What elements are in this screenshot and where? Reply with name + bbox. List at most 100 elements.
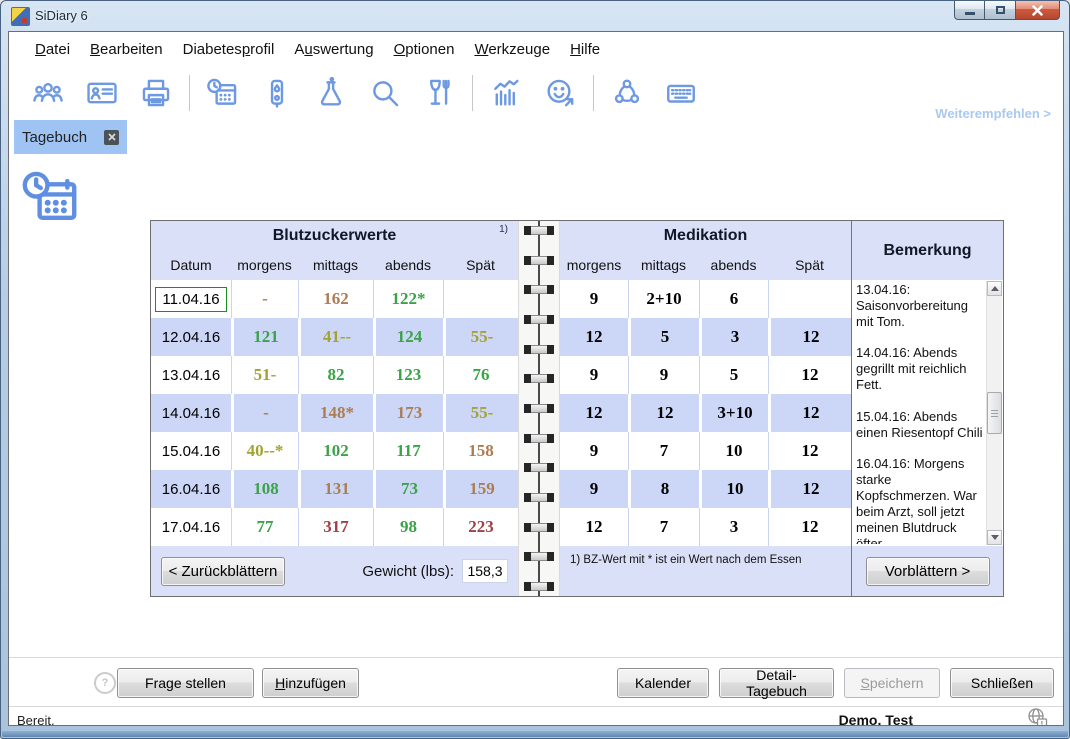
med-cell[interactable]: 5 xyxy=(699,356,768,394)
med-cell[interactable]: 10 xyxy=(699,470,768,508)
bz-cell[interactable]: 41-- xyxy=(298,318,373,356)
previous-page-button[interactable]: < Zurückblättern xyxy=(161,557,285,586)
share-button[interactable] xyxy=(600,72,654,114)
bz-cell[interactable]: 98 xyxy=(373,508,443,546)
remarks-panel[interactable]: 13.04.16: Saisonvorbereitung mit Tom. 14… xyxy=(851,280,1003,546)
med-cell[interactable]: 12 xyxy=(560,318,628,356)
med-cell[interactable]: 10 xyxy=(699,432,768,470)
med-cell[interactable]: 5 xyxy=(628,318,699,356)
bz-cell[interactable]: - xyxy=(231,280,298,318)
date-cell[interactable]: 17.04.16 xyxy=(151,508,231,546)
med-cell[interactable]: 9 xyxy=(628,356,699,394)
date-cell[interactable]: 14.04.16 xyxy=(151,394,231,432)
close-button[interactable] xyxy=(1015,1,1060,20)
med-cell[interactable]: 12 xyxy=(768,470,851,508)
med-cell[interactable]: 6 xyxy=(699,280,768,318)
med-cell[interactable]: 12 xyxy=(628,394,699,432)
menu-auswertung[interactable]: Auswertung xyxy=(284,37,383,62)
statistics-button[interactable] xyxy=(479,72,533,114)
bz-cell[interactable]: 173 xyxy=(373,394,443,432)
ask-question-button[interactable]: Frage stellen xyxy=(117,668,254,698)
bz-cell[interactable]: 76 xyxy=(443,356,518,394)
menu-optionen[interactable]: Optionen xyxy=(384,37,465,62)
bz-cell[interactable]: 122* xyxy=(373,280,443,318)
med-cell[interactable]: 9 xyxy=(560,280,628,318)
med-cell[interactable]: 12 xyxy=(768,394,851,432)
bz-cell[interactable]: 55- xyxy=(443,394,518,432)
print-button[interactable] xyxy=(129,72,183,114)
bz-cell[interactable]: 158 xyxy=(443,432,518,470)
med-cell[interactable]: 9 xyxy=(560,432,628,470)
med-cell[interactable]: 12 xyxy=(560,508,628,546)
bz-cell[interactable]: 123 xyxy=(373,356,443,394)
bz-cell[interactable]: 162 xyxy=(298,280,373,318)
weight-input[interactable]: 158,3 xyxy=(462,559,508,583)
bz-cell[interactable]: 148* xyxy=(298,394,373,432)
med-cell[interactable] xyxy=(768,280,851,318)
med-cell[interactable]: 7 xyxy=(628,508,699,546)
bz-cell[interactable]: 73 xyxy=(373,470,443,508)
date-cell[interactable]: 16.04.16 xyxy=(151,470,231,508)
date-cell[interactable]: 13.04.16 xyxy=(151,356,231,394)
date-cell[interactable]: 11.04.16 xyxy=(151,280,231,318)
med-cell[interactable]: 7 xyxy=(628,432,699,470)
med-cell[interactable]: 3+10 xyxy=(699,394,768,432)
bz-cell[interactable]: 117 xyxy=(373,432,443,470)
bz-cell[interactable]: 51- xyxy=(231,356,298,394)
menu-bearbeiten[interactable]: Bearbeiten xyxy=(80,37,173,62)
tab-close-button[interactable] xyxy=(104,130,119,145)
bz-cell[interactable]: 121 xyxy=(231,318,298,356)
med-cell[interactable]: 3 xyxy=(699,318,768,356)
search-button[interactable] xyxy=(358,72,412,114)
med-cell[interactable]: 12 xyxy=(768,432,851,470)
keyboard-button[interactable] xyxy=(654,72,708,114)
add-button[interactable]: Hinzufügen xyxy=(262,668,359,698)
menu-diabetesprofil[interactable]: Diabetesprofil xyxy=(173,37,285,62)
glucose-meter-button[interactable] xyxy=(250,72,304,114)
bz-cell[interactable]: 159 xyxy=(443,470,518,508)
scroll-up-button[interactable] xyxy=(987,281,1002,296)
med-cell[interactable]: 12 xyxy=(768,508,851,546)
diary-button[interactable] xyxy=(196,72,250,114)
maximize-button[interactable] xyxy=(985,1,1015,20)
med-cell[interactable]: 8 xyxy=(628,470,699,508)
bz-cell[interactable]: 108 xyxy=(231,470,298,508)
bz-cell[interactable]: 55- xyxy=(443,318,518,356)
scroll-down-button[interactable] xyxy=(987,530,1002,545)
med-cell[interactable]: 2+10 xyxy=(628,280,699,318)
detail-diary-button[interactable]: Detail-Tagebuch xyxy=(719,668,834,698)
med-cell[interactable]: 9 xyxy=(560,470,628,508)
bz-cell[interactable] xyxy=(443,280,518,318)
next-page-button[interactable]: Vorblättern > xyxy=(866,557,990,586)
bz-cell[interactable]: 223 xyxy=(443,508,518,546)
med-cell[interactable]: 12 xyxy=(560,394,628,432)
menu-datei[interactable]: Datei xyxy=(25,37,80,62)
bz-cell[interactable]: 102 xyxy=(298,432,373,470)
bz-cell[interactable]: 131 xyxy=(298,470,373,508)
users-button[interactable] xyxy=(21,72,75,114)
food-drink-button[interactable] xyxy=(412,72,466,114)
calendar-button[interactable]: Kalender xyxy=(617,668,709,698)
bz-cell[interactable]: 77 xyxy=(231,508,298,546)
tab-tagebuch[interactable]: Tagebuch xyxy=(14,120,127,154)
med-cell[interactable]: 9 xyxy=(560,356,628,394)
med-cell[interactable]: 3 xyxy=(699,508,768,546)
bz-cell[interactable]: 124 xyxy=(373,318,443,356)
close-dialog-button[interactable]: Schließen xyxy=(950,668,1054,698)
bz-cell[interactable]: 82 xyxy=(298,356,373,394)
wellbeing-button[interactable] xyxy=(533,72,587,114)
remarks-scrollbar[interactable] xyxy=(986,281,1002,545)
date-cell[interactable]: 12.04.16 xyxy=(151,318,231,356)
med-cell[interactable]: 12 xyxy=(768,356,851,394)
lab-flask-button[interactable] xyxy=(304,72,358,114)
scrollbar-thumb[interactable] xyxy=(987,392,1002,434)
menu-hilfe[interactable]: Hilfe xyxy=(560,37,610,62)
minimize-button[interactable] xyxy=(954,1,985,20)
med-cell[interactable]: 12 xyxy=(768,318,851,356)
bz-cell[interactable]: 317 xyxy=(298,508,373,546)
bz-cell[interactable]: - xyxy=(231,394,298,432)
contact-card-button[interactable] xyxy=(75,72,129,114)
bz-cell[interactable]: 40--* xyxy=(231,432,298,470)
recommend-link[interactable]: Weiterempfehlen > xyxy=(935,106,1051,121)
menu-werkzeuge[interactable]: Werkzeuge xyxy=(464,37,560,62)
